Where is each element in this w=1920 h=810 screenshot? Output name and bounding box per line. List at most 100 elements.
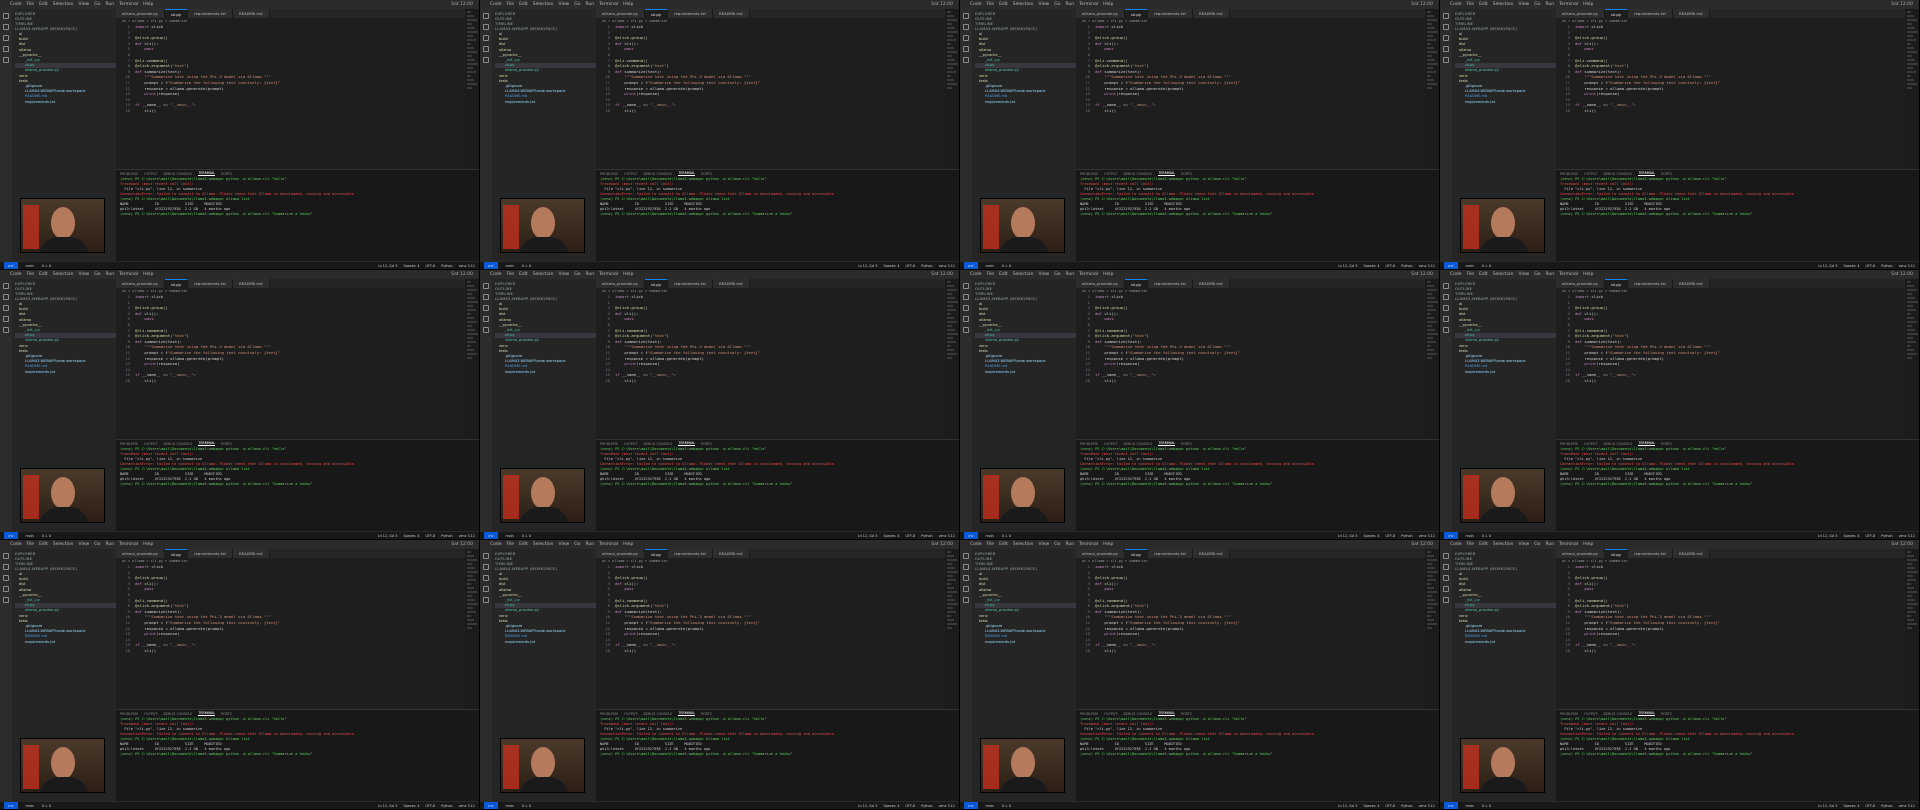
timeline-section[interactable]: TIMELINE xyxy=(975,292,1076,296)
search-icon[interactable] xyxy=(3,564,9,570)
outline-section[interactable]: OUTLINE xyxy=(495,287,596,291)
menu-item[interactable]: File xyxy=(987,542,995,547)
panel-tab[interactable]: OUTPUT xyxy=(1104,172,1117,176)
menu-item[interactable]: Selection xyxy=(1493,542,1514,547)
menu-item[interactable]: File xyxy=(1467,2,1475,7)
menu-item[interactable]: Help xyxy=(1103,272,1113,277)
minimap[interactable] xyxy=(1425,279,1439,439)
panel-tab[interactable]: PORTS xyxy=(701,442,712,446)
git-branch[interactable]: main xyxy=(506,534,514,538)
language-mode[interactable]: Python xyxy=(921,804,932,808)
indent-setting[interactable]: Spaces: 4 xyxy=(1363,264,1379,268)
explorer-icon[interactable] xyxy=(3,283,9,289)
file-encoding[interactable]: UTF-8 xyxy=(906,804,916,808)
menu-item[interactable]: File xyxy=(27,272,35,277)
git-branch[interactable]: main xyxy=(506,804,514,808)
file-tree-item[interactable]: requirements.txt xyxy=(495,640,596,645)
timeline-section[interactable]: TIMELINE xyxy=(15,292,116,296)
menu-item[interactable]: Selection xyxy=(533,272,554,277)
timeline-section[interactable]: TIMELINE xyxy=(495,562,596,566)
panel-tab[interactable]: PORTS xyxy=(1661,712,1672,716)
remote-indicator[interactable]: >< xyxy=(1444,532,1458,539)
search-icon[interactable] xyxy=(3,294,9,300)
outline-section[interactable]: OUTLINE xyxy=(1455,557,1556,561)
panel-tab[interactable]: PORTS xyxy=(1661,172,1672,176)
git-branch[interactable]: main xyxy=(26,264,34,268)
problems-count[interactable]: 0 ⚠ 0 xyxy=(1482,264,1491,268)
menu-item[interactable]: Code xyxy=(10,2,22,7)
run-debug-icon[interactable] xyxy=(1443,316,1449,322)
python-interpreter[interactable]: venv 3.11 xyxy=(939,804,955,808)
editor-tab[interactable]: requirements.txt xyxy=(1628,9,1673,18)
timeline-section[interactable]: TIMELINE xyxy=(1455,562,1556,566)
explorer-icon[interactable] xyxy=(963,553,969,559)
panel-tab[interactable]: PROBLEMS xyxy=(120,442,138,446)
menu-item[interactable]: Help xyxy=(1103,2,1113,7)
code-editor[interactable]: 1 import click 2 3 @click.group() 4 def cli():… xyxy=(1556,294,1905,384)
menu-item[interactable]: Code xyxy=(1450,542,1462,547)
menu-item[interactable]: Run xyxy=(585,542,594,547)
python-interpreter[interactable]: venv 3.11 xyxy=(1419,804,1435,808)
extensions-icon[interactable] xyxy=(1443,597,1449,603)
file-tree-item[interactable]: requirements.txt xyxy=(1455,100,1556,105)
panel-tab[interactable]: OUTPUT xyxy=(1584,172,1597,176)
indent-setting[interactable]: Spaces: 4 xyxy=(883,804,899,808)
language-mode[interactable]: Python xyxy=(441,264,452,268)
menu-item[interactable]: Edit xyxy=(519,272,528,277)
panel-tab[interactable]: PROBLEMS xyxy=(600,172,618,176)
workspace-title[interactable]: LLAMA3-WEBAPP (WORKSPACE) xyxy=(1455,567,1556,571)
python-interpreter[interactable]: venv 3.11 xyxy=(939,534,955,538)
git-branch[interactable]: main xyxy=(506,264,514,268)
panel-tab[interactable]: OUTPUT xyxy=(1584,442,1597,446)
timeline-section[interactable]: TIMELINE xyxy=(975,22,1076,26)
file-encoding[interactable]: UTF-8 xyxy=(906,264,916,268)
explorer-icon[interactable] xyxy=(963,283,969,289)
editor-tab[interactable]: README.md xyxy=(232,279,270,288)
menu-item[interactable]: Terminal xyxy=(119,272,138,277)
source-control-icon[interactable] xyxy=(3,35,9,41)
language-mode[interactable]: Python xyxy=(441,534,452,538)
panel-tab[interactable]: DEBUG CONSOLE xyxy=(643,442,672,446)
file-tree-item[interactable]: requirements.txt xyxy=(975,100,1076,105)
editor-tab[interactable]: README.md xyxy=(1192,9,1230,18)
indent-setting[interactable]: Spaces: 4 xyxy=(1843,264,1859,268)
menu-item[interactable]: Terminal xyxy=(1079,2,1098,7)
menu-item[interactable]: Code xyxy=(1450,272,1462,277)
menu-item[interactable]: View xyxy=(1039,2,1050,7)
editor-tab[interactable]: ollama_provider.py xyxy=(116,549,166,558)
panel-tab[interactable]: DEBUG CONSOLE xyxy=(163,712,192,716)
menu-item[interactable]: File xyxy=(27,542,35,547)
extensions-icon[interactable] xyxy=(3,327,9,333)
menu-item[interactable]: View xyxy=(1519,542,1530,547)
problems-count[interactable]: 0 ⚠ 0 xyxy=(1002,534,1011,538)
panel-tab[interactable]: PROBLEMS xyxy=(1560,712,1578,716)
search-icon[interactable] xyxy=(963,564,969,570)
menu-item[interactable]: Run xyxy=(105,542,114,547)
file-encoding[interactable]: UTF-8 xyxy=(426,264,436,268)
source-control-icon[interactable] xyxy=(483,35,489,41)
workspace-title[interactable]: LLAMA3-WEBAPP (WORKSPACE) xyxy=(975,567,1076,571)
explorer-icon[interactable] xyxy=(1443,553,1449,559)
menu-item[interactable]: Go xyxy=(1534,542,1540,547)
terminal[interactable]: (venv) PS C:\Users\mail\Documents\llama3… xyxy=(1076,177,1439,217)
code-editor[interactable]: 1 import click 2 3 @click.group() 4 def cli():… xyxy=(116,294,465,384)
menu-item[interactable]: Run xyxy=(1545,542,1554,547)
panel-tab[interactable]: TERMINAL xyxy=(198,441,216,446)
menu-item[interactable]: Run xyxy=(105,2,114,7)
menu-item[interactable]: Edit xyxy=(39,272,48,277)
menu-item[interactable]: Selection xyxy=(53,2,74,7)
search-icon[interactable] xyxy=(483,564,489,570)
panel-tab[interactable]: PORTS xyxy=(701,712,712,716)
menu-item[interactable]: Go xyxy=(574,272,580,277)
remote-indicator[interactable]: >< xyxy=(484,262,498,269)
editor-tab[interactable]: README.md xyxy=(712,279,750,288)
minimap[interactable] xyxy=(945,279,959,439)
timeline-section[interactable]: TIMELINE xyxy=(495,22,596,26)
cursor-position[interactable]: Ln 12, Col 5 xyxy=(1818,534,1838,538)
menu-item[interactable]: Edit xyxy=(39,2,48,7)
timeline-section[interactable]: TIMELINE xyxy=(1455,292,1556,296)
menu-item[interactable]: Selection xyxy=(1493,2,1514,7)
extensions-icon[interactable] xyxy=(1443,57,1449,63)
extensions-icon[interactable] xyxy=(483,327,489,333)
menu-item[interactable]: Edit xyxy=(1479,542,1488,547)
